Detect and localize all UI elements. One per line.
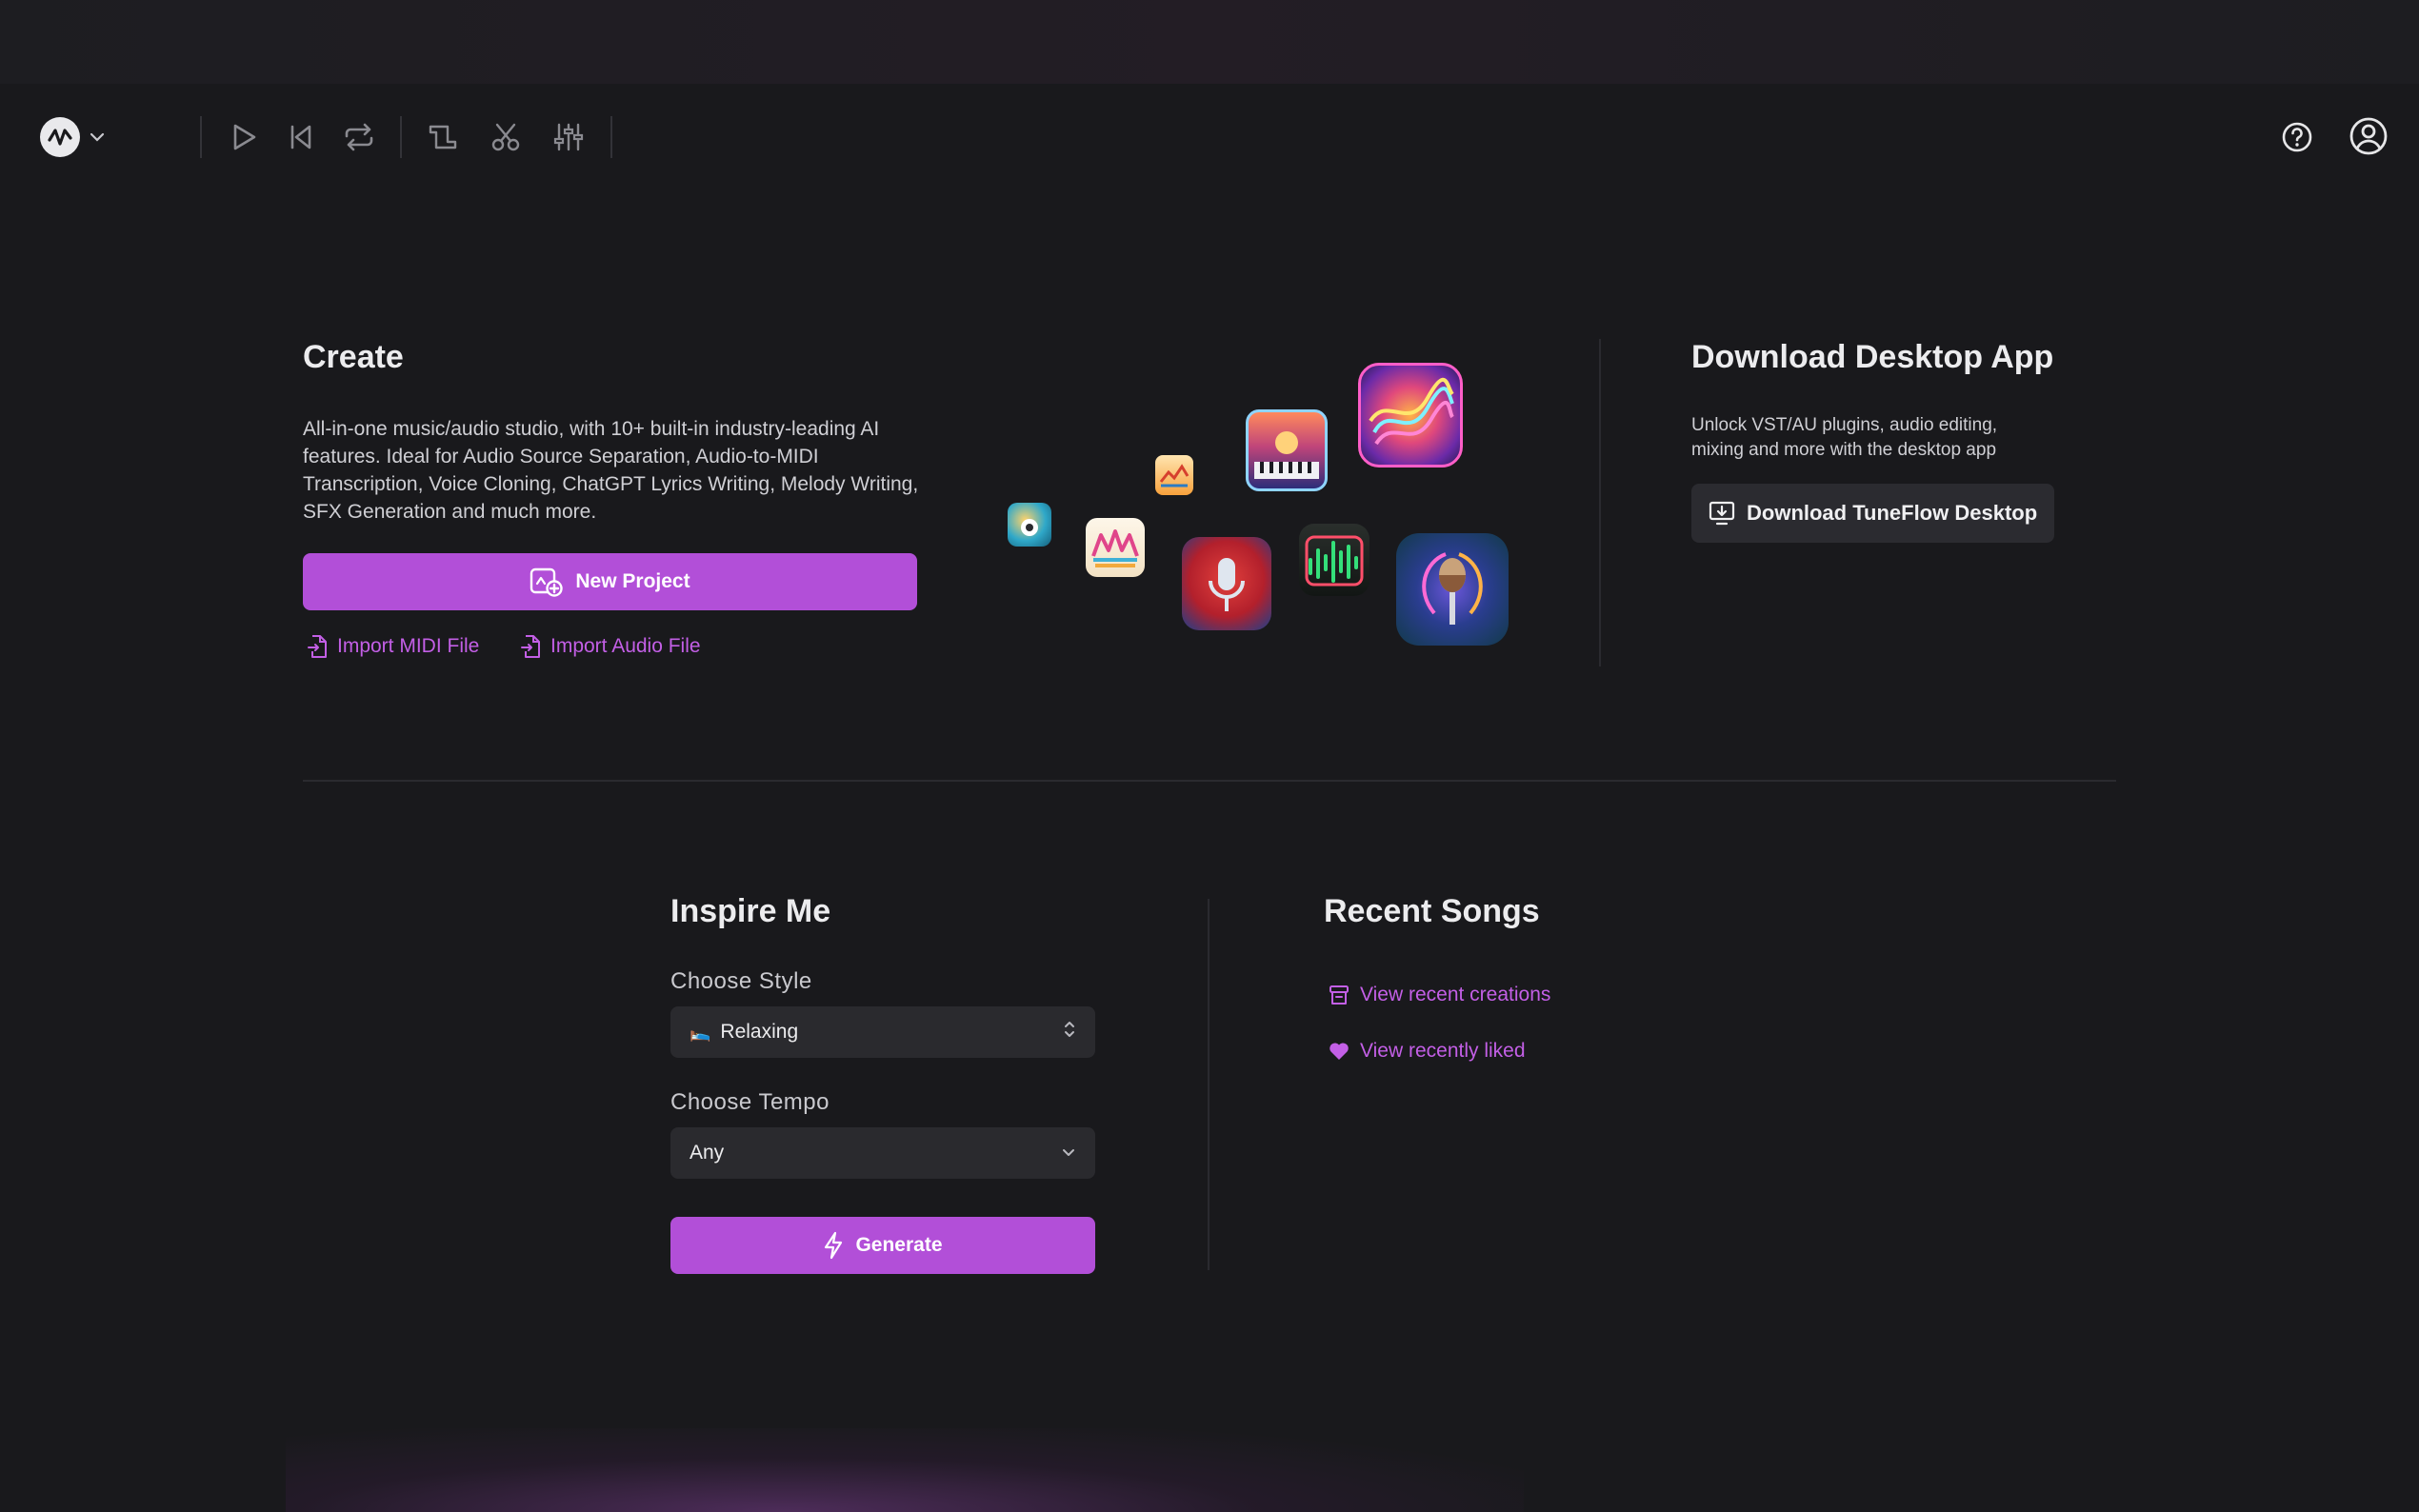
new-project-button[interactable]: New Project <box>303 553 917 610</box>
style-select[interactable]: 🛌 Relaxing <box>670 1006 1095 1058</box>
chevron-up-down-icon <box>1063 1018 1076 1046</box>
import-midi-label: Import MIDI File <box>337 635 480 657</box>
create-title: Create <box>303 339 404 375</box>
inspire-vertical-divider <box>1208 899 1210 1270</box>
desktop-title: Download Desktop App <box>1691 339 2054 375</box>
new-project-icon <box>530 567 564 597</box>
user-account-icon[interactable] <box>2347 114 2390 158</box>
create-description: All-in-one music/audio studio, with 10+ … <box>303 418 919 523</box>
inspire-title: Inspire Me <box>670 893 831 929</box>
download-desktop-label: Download TuneFlow Desktop <box>1747 501 2038 525</box>
desktop-description: Unlock VST/AU plugins, audio editing, mi… <box>1691 415 1998 460</box>
collage-app-icon-1 <box>1008 503 1051 547</box>
view-recently-liked-link[interactable]: View recently liked <box>1328 1040 1526 1063</box>
chevron-down-icon[interactable] <box>88 126 107 149</box>
tempo-label: Choose Tempo <box>670 1089 830 1115</box>
view-recent-creations-label: View recent creations <box>1360 984 1551 1005</box>
collage-app-icon-7 <box>1299 524 1369 596</box>
tuneflow-logo-icon <box>48 129 72 146</box>
bottom-glow <box>286 1428 1524 1512</box>
lightning-icon <box>825 1231 843 1260</box>
generate-button[interactable]: Generate <box>670 1217 1095 1274</box>
chevron-down-icon <box>1061 1142 1076 1164</box>
scissors-icon[interactable] <box>486 118 526 156</box>
toolbar-divider <box>610 116 612 158</box>
app-logo-button[interactable] <box>40 117 80 157</box>
create-vertical-divider <box>1599 339 1601 666</box>
download-desktop-button[interactable]: Download TuneFlow Desktop <box>1691 484 2055 543</box>
import-midi-link[interactable]: Import MIDI File <box>307 634 479 659</box>
style-label: Choose Style <box>670 968 812 994</box>
import-audio-link[interactable]: Import Audio File <box>520 634 701 659</box>
collage-app-icon-8 <box>1396 533 1509 646</box>
heart-icon <box>1329 1043 1349 1060</box>
skip-back-icon[interactable] <box>282 118 320 156</box>
view-recently-liked-label: View recently liked <box>1360 1040 1526 1062</box>
style-value: Relaxing <box>720 1021 799 1043</box>
recent-title: Recent Songs <box>1324 893 1540 929</box>
view-recent-creations-link[interactable]: View recent creations <box>1328 983 1550 1007</box>
collage-app-icon-5 <box>1358 363 1463 468</box>
file-import-icon <box>521 635 540 658</box>
trim-icon[interactable] <box>423 118 463 156</box>
new-project-label: New Project <box>575 570 690 592</box>
mixer-sliders-icon[interactable] <box>549 118 589 156</box>
collage-app-icon-4 <box>1246 409 1328 491</box>
collage-app-icon-3 <box>1155 455 1193 495</box>
play-icon[interactable] <box>225 118 263 156</box>
style-emoji: 🛌 <box>690 1022 711 1042</box>
collage-app-icon-2 <box>1086 518 1145 577</box>
desktop-download-icon <box>1709 501 1735 526</box>
archive-icon <box>1329 985 1349 1005</box>
loop-icon[interactable] <box>339 118 379 156</box>
tempo-value: Any <box>690 1142 725 1164</box>
file-import-icon <box>308 635 327 658</box>
top-strip <box>0 0 2419 84</box>
import-audio-label: Import Audio File <box>550 635 701 657</box>
toolbar-divider <box>400 116 402 158</box>
collage-app-icon-6 <box>1182 537 1271 630</box>
toolbar-divider <box>200 116 202 158</box>
help-icon[interactable] <box>2278 118 2316 156</box>
tempo-select[interactable]: Any <box>670 1127 1095 1179</box>
generate-label: Generate <box>855 1234 943 1256</box>
section-divider <box>303 780 2116 782</box>
